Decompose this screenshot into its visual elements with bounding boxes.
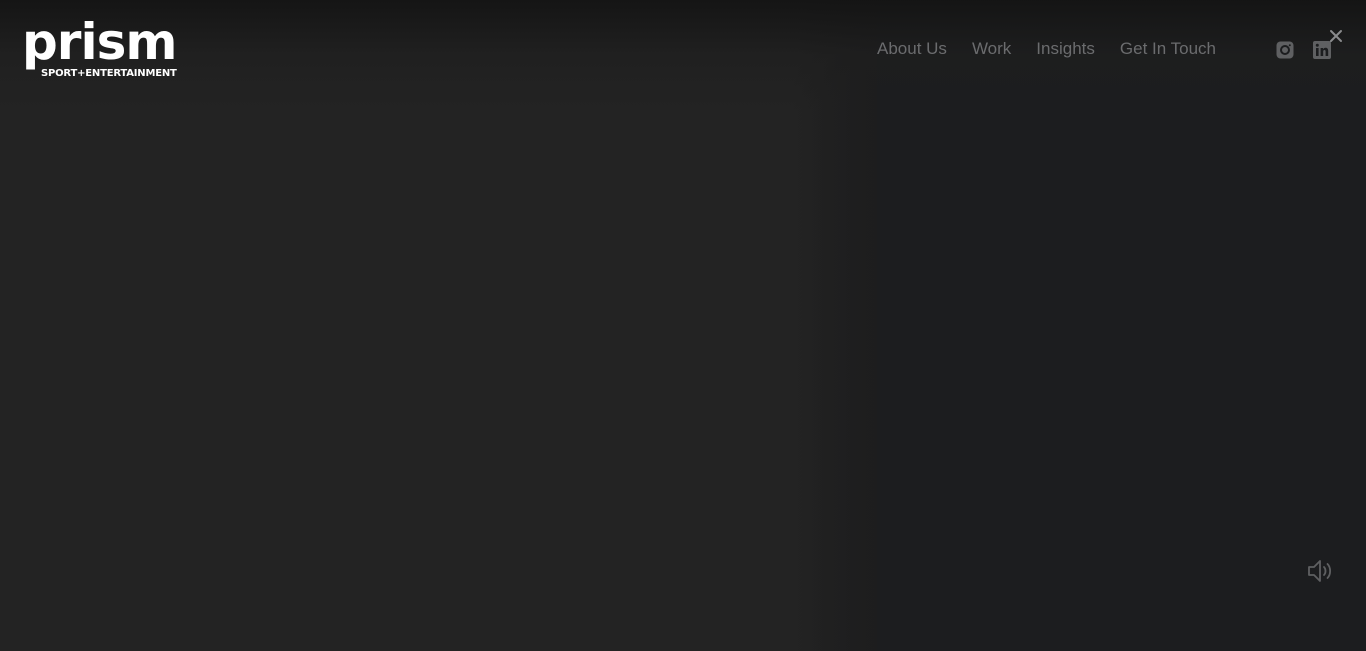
instagram-icon [1276,41,1294,59]
instagram-link[interactable] [1275,40,1295,60]
close-button[interactable] [1326,26,1346,46]
site-header: prism SPORT+ENTERTAINMENT About Us Work … [0,0,1366,100]
nav-item-insights[interactable]: Insights [1036,39,1095,59]
prism-logo[interactable]: prism SPORT+ENTERTAINMENT [22,14,182,86]
logo-tagline: SPORT+ENTERTAINMENT [41,68,177,79]
main-nav: About Us Work Insights Get In Touch [877,36,1216,62]
close-icon [1330,30,1342,42]
nav-item-get-in-touch[interactable]: Get In Touch [1120,39,1216,59]
nav-item-work[interactable]: Work [972,39,1011,59]
page: prism SPORT+ENTERTAINMENT About Us Work … [0,0,1366,651]
nav-item-about-us[interactable]: About Us [877,39,947,59]
volume-toggle-button[interactable] [1304,556,1338,586]
logo-wordmark: prism [22,13,177,71]
volume-icon [1308,560,1332,582]
